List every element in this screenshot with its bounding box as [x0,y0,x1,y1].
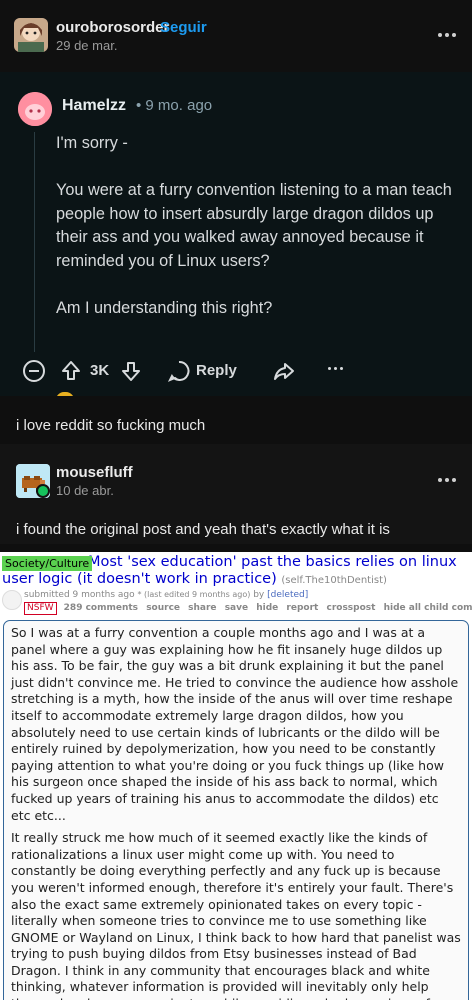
more-icon [328,367,343,370]
submission-info: submitted 9 months ago * (last edited 9 … [24,590,308,600]
commenter-avatar [18,92,52,126]
post-caption: i found the original post and yeah that'… [16,521,390,538]
action-hide-children: hide all child comments [383,603,472,613]
action-save: save [224,603,249,613]
comment-body: I'm sorry - You were at a furry conventi… [56,132,456,344]
comment-paragraph: You were at a furry convention listening… [56,181,452,270]
selftext-paragraph: So I was at a furry convention a couple … [11,625,459,823]
selftext-paragraph: It really struck me how much of it seeme… [11,830,461,1000]
share-icon [272,359,296,383]
snoo-avatar-icon [18,92,52,126]
post-date[interactable]: 29 de mar. [56,38,117,53]
username[interactable]: mousefluff [56,464,133,481]
comment-paragraph: Am I understanding this right? [56,298,273,317]
action-comments: 289 comments [63,603,139,613]
follow-button[interactable]: Seguir [160,19,207,36]
edited-note: * (last edited 9 months ago) [137,590,251,599]
action-share: share [188,603,217,613]
avatar[interactable] [14,18,48,52]
vote-count: 3K [90,362,110,379]
award-peek-icon [56,392,74,396]
comment-time: • 9 mo. ago [136,97,213,114]
submitted-time: submitted 9 months ago [24,590,135,600]
reddit-comment-screenshot: Hamelzz • 9 mo. ago I'm sorry - You were… [0,72,472,396]
commenter-username: Hamelzz [62,97,127,114]
thread-line [34,132,35,352]
more-options-icon[interactable] [436,27,458,43]
action-report: report [286,603,319,613]
reply-post: mousefluff 10 de abr. i found the origin… [0,444,472,544]
downvote-icon [120,359,142,383]
comment-paragraph: I'm sorry - [56,134,128,152]
flair-badge: Society/Culture [2,556,93,571]
post-actions: NSFW 289 comments source share save hide… [24,602,472,615]
post-caption: i love reddit so fucking much [16,417,206,434]
post-header: ouroborosorder Seguir 29 de mar. [0,0,472,72]
action-source: source [146,603,181,613]
more-options-icon[interactable] [436,472,458,488]
nsfw-tag: NSFW [24,602,57,615]
old-reddit-screenshot: Most 'sex education' past the basics rel… [0,552,472,1000]
author: [deleted] [267,590,309,600]
reply-icon [168,359,190,383]
avatar-art-icon [14,18,48,52]
refresh-badge-icon [36,484,50,498]
post-date[interactable]: 10 de abr. [56,483,114,498]
selftext-box: So I was at a furry convention a couple … [3,620,469,1000]
by-text: by [253,590,265,600]
reply-label: Reply [196,362,237,379]
comment-action-bar: 3K Reply [22,359,462,383]
post-domain: (self.The10thDentist) [281,575,387,586]
collapse-icon [22,359,46,383]
vote-arrows-icon [2,590,22,610]
username[interactable]: ouroborosorder [56,19,169,36]
action-hide: hide [256,603,279,613]
upvote-icon [60,359,82,383]
action-crosspost: crosspost [326,603,376,613]
